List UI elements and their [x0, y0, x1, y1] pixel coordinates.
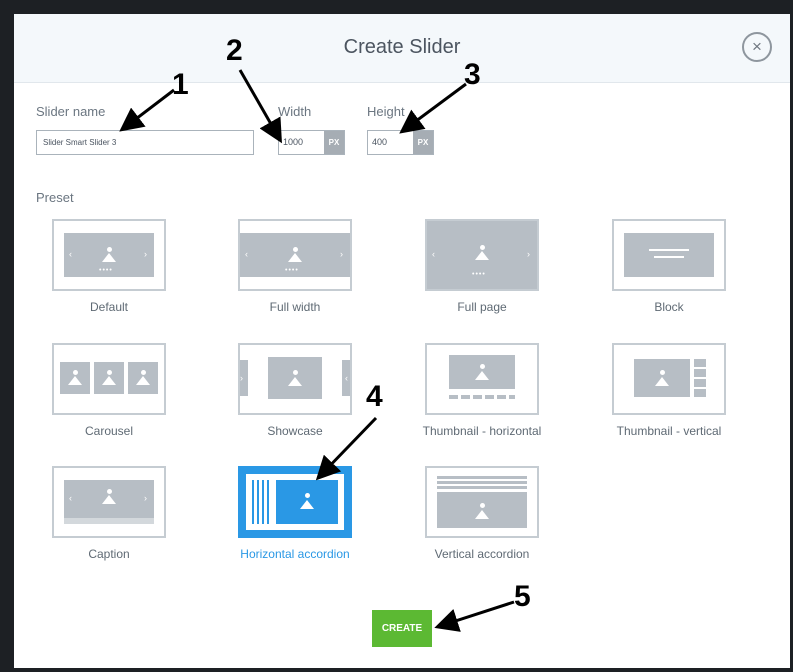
arrow-4 — [315, 416, 378, 481]
arrow-1 — [119, 88, 175, 132]
annotation-arrows — [119, 69, 515, 632]
arrow-5 — [434, 600, 515, 632]
arrow-3 — [399, 82, 467, 134]
arrow-2 — [238, 69, 282, 144]
create-slider-dialog: Create Slider × Slider name Slider Smart… — [14, 14, 790, 668]
